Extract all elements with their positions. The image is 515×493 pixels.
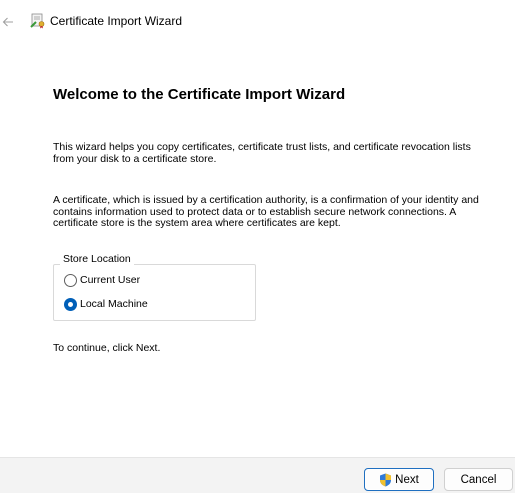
- intro-paragraph: This wizard helps you copy certificates,…: [53, 141, 471, 165]
- title-bar: Certificate Import Wizard: [0, 0, 515, 44]
- current-user-radio[interactable]: [64, 273, 77, 287]
- continue-instruction: To continue, click Next.: [53, 342, 161, 354]
- local-machine-label[interactable]: Local Machine: [80, 298, 148, 310]
- next-label: Next: [395, 473, 419, 486]
- local-machine-radio[interactable]: [64, 297, 77, 311]
- window-title: Certificate Import Wizard: [50, 14, 183, 28]
- uac-shield-icon: [380, 473, 392, 486]
- current-user-radio-option[interactable]: Current User: [64, 272, 140, 288]
- current-user-label[interactable]: Current User: [80, 274, 140, 286]
- certificate-icon: [30, 13, 45, 29]
- back-button[interactable]: [0, 13, 16, 31]
- certificate-import-wizard-window: Certificate Import Wizard Welcome to the…: [0, 0, 515, 493]
- local-machine-radio-option[interactable]: Local Machine: [64, 296, 148, 312]
- cancel-button[interactable]: Cancel: [444, 468, 513, 491]
- button-footer: Next Cancel: [0, 457, 515, 493]
- store-location-legend: Store Location: [60, 253, 134, 265]
- certificate-description-paragraph: A certificate, which is issued by a cert…: [53, 194, 479, 229]
- back-arrow-icon: [2, 17, 13, 27]
- next-button[interactable]: Next: [364, 468, 434, 491]
- page-heading: Welcome to the Certificate Import Wizard: [53, 86, 346, 103]
